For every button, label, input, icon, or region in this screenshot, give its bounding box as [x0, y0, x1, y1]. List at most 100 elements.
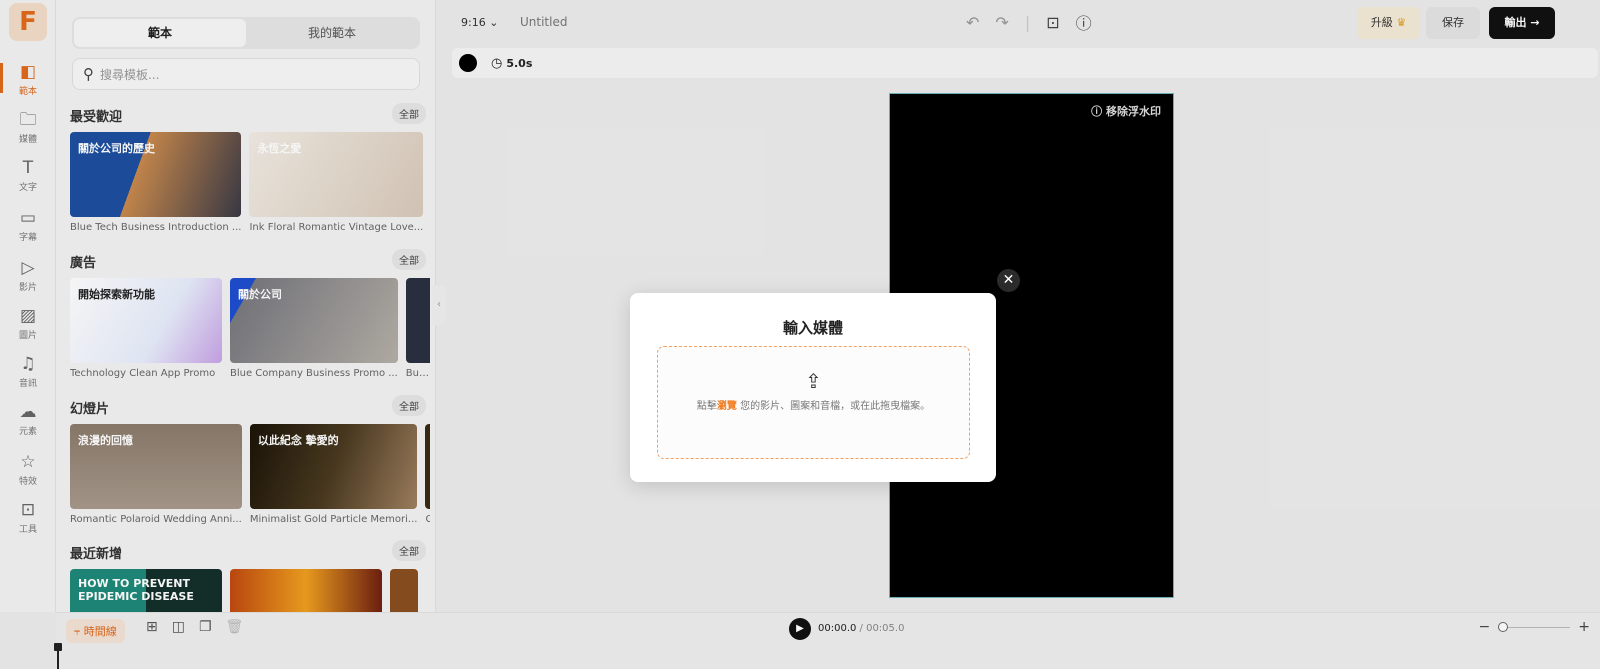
thumbnail-text: 以此紀念 摯愛的 — [257, 434, 339, 447]
thumbnail-text: 關於公司 — [238, 288, 282, 301]
subtitle-icon: ▭ — [19, 208, 37, 228]
template-section: 最受歡迎 全部 關於公司的歷史 Blue Tech Business Introduc… — [70, 103, 430, 233]
divider: | — [1024, 12, 1031, 32]
template-caption: Ink Floral Romantic Vintage Love... — [249, 222, 424, 233]
text-icon: T — [22, 158, 34, 178]
play-button[interactable]: ▶ — [789, 618, 811, 640]
playback-time: 00:00.0 / 00:05.0 — [818, 623, 904, 634]
upgrade-label: 升級 — [1370, 16, 1393, 29]
rail-item-0[interactable]: ◧ 範本 — [0, 62, 56, 97]
export-label: 輸出 — [1504, 16, 1527, 29]
redo-icon[interactable]: ↷ — [995, 13, 1008, 32]
template-card[interactable]: 浪漫的回憶 Romantic Polaroid Wedding Anni... — [70, 424, 242, 525]
upgrade-button[interactable]: 升級 ♛ — [1357, 7, 1420, 39]
thumbnail-text: 永恆之愛 — [257, 142, 302, 155]
close-modal-button[interactable]: ✕ — [997, 269, 1020, 292]
music-icon: ♫ — [20, 354, 36, 374]
project-title[interactable]: Untitled — [520, 15, 567, 29]
zoom-slider-knob[interactable] — [1498, 621, 1509, 632]
rail-item-7[interactable]: ☁ 元素 — [0, 402, 56, 437]
icon-rail: F ◧ 範本 🗀 媒體 T 文字 ▭ 字幕 ▷ 影片 ▨ 圖片 ♫ 音訊 ☁ 元素 ☆ 特效 ⊡ 工具 — [0, 0, 56, 612]
template-card[interactable]: HOW TO PREVENT EPIDEMIC DISEASE — [70, 569, 222, 612]
rail-item-2[interactable]: T 文字 — [0, 158, 56, 193]
rail-item-4[interactable]: ▷ 影片 — [0, 258, 56, 293]
template-thumbnail: 開始探索新功能 — [70, 278, 222, 363]
template-card[interactable] — [230, 569, 382, 612]
template-card[interactable]: 關於公司 Blue Company Business Promo ... — [230, 278, 398, 379]
duplicate-icon[interactable]: ❐ — [199, 619, 212, 635]
delete-icon[interactable]: 🗑 — [226, 619, 244, 635]
element-toolbar: ◷ 5.0s — [452, 48, 1598, 78]
view-all-button[interactable]: 全部 — [392, 395, 426, 416]
current-time: 00:00.0 — [818, 623, 857, 634]
upload-dropzone[interactable]: ⇪ 點擊瀏覽 您的影片、圖案和音檔，或在此拖曳檔案。 — [657, 346, 970, 459]
sparkle-icon: ☆ — [20, 452, 36, 472]
modal-title: 輸入媒體 — [782, 319, 843, 337]
template-section: 廣告 全部開始探索新功能 Technology Clean App Promo 關於公… — [70, 249, 430, 379]
collapse-panel-button[interactable]: ‹ — [432, 285, 446, 325]
image-icon: ▨ — [19, 306, 37, 326]
crown-icon: ♛ — [1396, 16, 1407, 29]
thumbnail-text: 開始探索新功能 — [78, 288, 155, 301]
background-color-swatch[interactable] — [459, 54, 477, 72]
rail-item-3[interactable]: ▭ 字幕 — [0, 208, 56, 243]
folder-plus-icon: 🗀 — [19, 110, 37, 130]
zoom-out-icon[interactable]: − — [1479, 619, 1491, 635]
upload-icon: ⇪ — [805, 369, 822, 393]
playhead-handle[interactable] — [54, 643, 62, 669]
template-card[interactable]: Busine — [405, 278, 430, 379]
template-card[interactable]: 關於公司的歷史 Blue Tech Business Introduction .… — [70, 132, 242, 233]
rail-item-9[interactable]: ⊡ 工具 — [0, 500, 56, 535]
template-card[interactable]: 永恆之愛 Ink Floral Romantic Vintage Love... — [249, 132, 424, 233]
rail-item-1[interactable]: 🗀 媒體 — [0, 110, 56, 145]
template-thumbnail — [230, 569, 382, 612]
watermark-label: 移除浮水印 — [1106, 105, 1161, 118]
section-title: 廣告 — [70, 256, 97, 271]
dropzone-text: 點擊瀏覽 您的影片、圖案和音檔，或在此拖曳檔案。 — [694, 399, 934, 414]
template-caption: Technology Clean App Promo — [70, 368, 216, 379]
tab-templates[interactable]: 範本 — [74, 19, 246, 47]
undo-icon[interactable]: ↶ — [966, 13, 979, 32]
zoom-in-icon[interactable]: + — [1578, 619, 1590, 635]
view-all-button[interactable]: 全部 — [392, 249, 426, 270]
preview-icon[interactable]: ⊡ — [1046, 13, 1059, 32]
tab-my-templates[interactable]: 我的範本 — [246, 19, 418, 47]
template-caption: Blue Tech Business Introduction ... — [70, 222, 242, 233]
rail-item-label: 圖片 — [18, 331, 37, 341]
export-button[interactable]: 輸出 → — [1489, 7, 1555, 39]
toolbox-icon: ⊡ — [20, 500, 36, 520]
app-logo[interactable]: F — [9, 3, 47, 41]
help-icon[interactable]: ⓘ — [1076, 10, 1092, 34]
template-card[interactable]: Golder — [425, 424, 430, 525]
add-track-icon[interactable]: ⊞ — [146, 619, 158, 635]
template-card[interactable]: 開始探索新功能 Technology Clean App Promo — [70, 278, 222, 379]
split-icon[interactable]: ◫ — [172, 619, 185, 635]
view-all-button[interactable]: 全部 — [392, 103, 426, 124]
zoom-slider[interactable] — [1498, 621, 1571, 632]
rail-item-5[interactable]: ▨ 圖片 — [0, 306, 56, 341]
template-thumbnail — [425, 424, 430, 509]
top-bar: 9:16 ⌄ Untitled ↶ ↷ | ⊡ ⓘ 升級 ♛ 保存 輸出 → — [436, 0, 1600, 44]
info-icon: ⓘ — [1091, 105, 1103, 118]
save-button[interactable]: 保存 — [1426, 7, 1480, 39]
rail-item-label: 特效 — [18, 477, 37, 487]
duration-value[interactable]: 5.0s — [506, 57, 532, 70]
template-thumbnail: 浪漫的回憶 — [70, 424, 242, 509]
template-card[interactable]: 以此紀念 摯愛的 Minimalist Gold Particle Memori.… — [249, 424, 418, 525]
view-all-button[interactable]: 全部 — [392, 540, 426, 561]
template-panel: 範本 我的範本 ⚲ 搜尋模板... 最受歡迎 全部 關於公司的歷史 Blue Tech… — [56, 0, 436, 612]
rail-item-8[interactable]: ☆ 特效 — [0, 452, 56, 487]
timeline-button[interactable]: ⫧ 時間線 — [66, 619, 125, 643]
aspect-ratio-dropdown[interactable]: 9:16 ⌄ — [461, 16, 498, 29]
chevron-down-icon: ⌄ — [489, 15, 499, 29]
template-card[interactable] — [390, 569, 418, 612]
rail-item-label: 範本 — [18, 87, 37, 97]
template-search-input[interactable]: ⚲ 搜尋模板... — [72, 58, 420, 90]
remove-watermark-button[interactable]: ⓘ 移除浮水印 — [1091, 103, 1161, 119]
arrow-right-icon: → — [1530, 16, 1540, 29]
section-title: 最近新增 — [70, 547, 123, 562]
rail-item-6[interactable]: ♫ 音訊 — [0, 354, 56, 389]
template-caption: Busine — [405, 368, 430, 379]
browse-link[interactable]: 瀏覽 — [717, 401, 737, 412]
aspect-ratio-value: 9:16 — [461, 15, 486, 29]
